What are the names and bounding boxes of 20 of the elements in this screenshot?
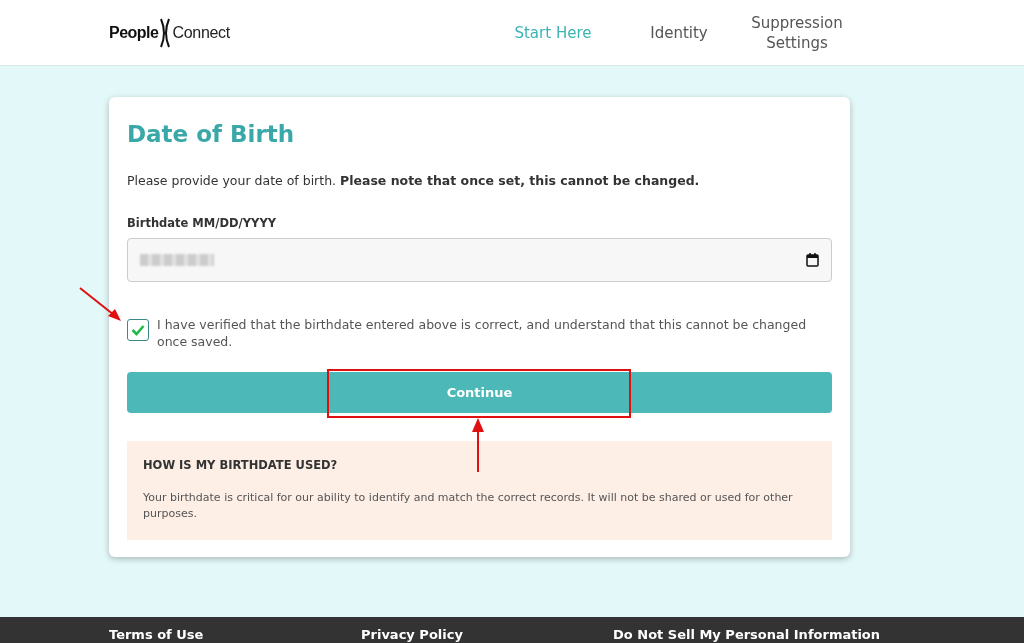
annotation-arrow	[78, 286, 124, 324]
intro-text: Please provide your date of birth. Please note that once set, this cannot be changed.	[127, 173, 701, 188]
checkbox-label: I have verified that the birthdate entered above is correct, and understand that this cannot be changed once saved.	[157, 316, 808, 350]
field-label: Birthdate MM/DD/YYYY	[127, 216, 278, 230]
info-text: Your birthdate is critical for our ability to identify and match the correct records. It will not be shared or used for other purposes.	[143, 490, 794, 522]
annotation-arrow	[470, 417, 486, 473]
logo-text: Connect	[172, 23, 230, 42]
footer-link[interactable]: Privacy Policy	[361, 626, 613, 643]
logo-mark-icon	[159, 17, 172, 48]
logo-text: People	[109, 23, 159, 42]
checkbox[interactable]	[127, 319, 149, 341]
footer-link[interactable]: Terms of Use	[109, 626, 361, 643]
date-field[interactable]	[127, 238, 832, 282]
info-heading: HOW IS MY BIRTHDATE USED?	[143, 458, 339, 472]
calendar-icon[interactable]	[806, 253, 819, 267]
nav-tab[interactable]: Suppression Settings	[741, 12, 852, 53]
page-title: Date of Birth	[127, 121, 296, 147]
footer-link[interactable]: Do Not Sell My Personal Information	[613, 626, 881, 643]
checkmark-icon	[131, 324, 145, 336]
nav-tab[interactable]: Identity	[615, 22, 742, 43]
